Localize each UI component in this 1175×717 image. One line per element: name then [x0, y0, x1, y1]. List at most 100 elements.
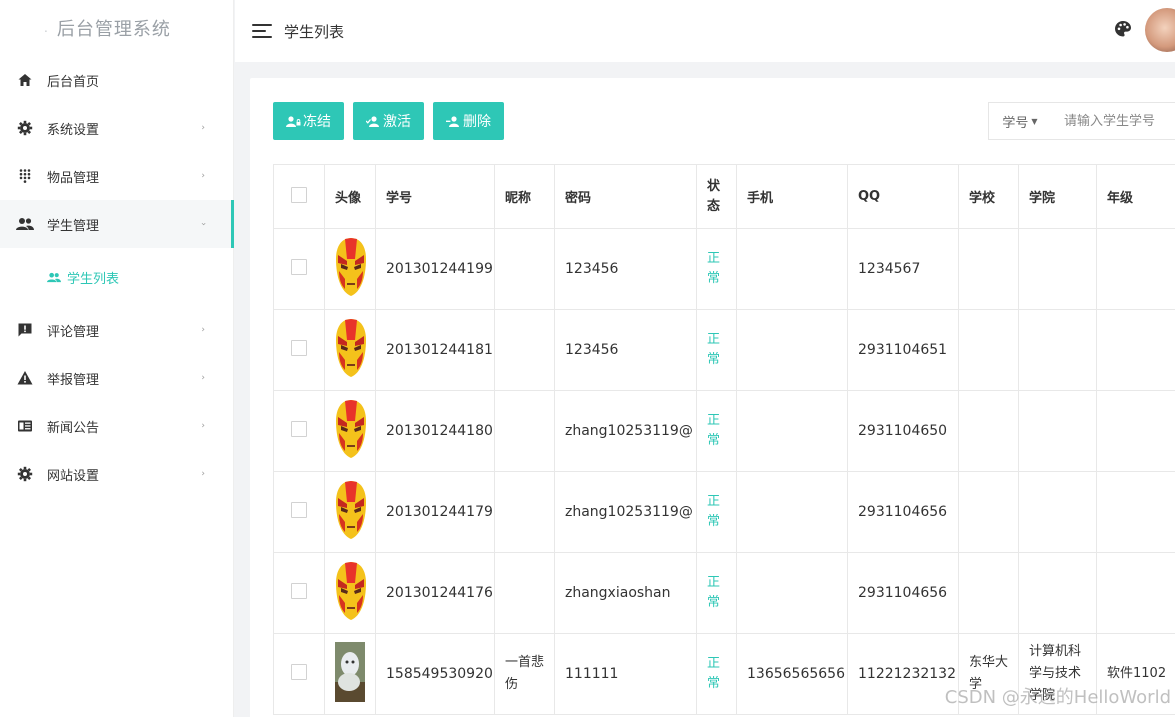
cell-status: 正常: [696, 390, 737, 472]
chevron-down-icon: ›: [198, 222, 209, 226]
cell-avatar: [324, 471, 376, 553]
cell-password: zhang10253119@: [554, 390, 697, 472]
cell-grade: [1096, 552, 1175, 634]
sidebar-item-site-settings[interactable]: 网站设置 ›: [0, 450, 233, 498]
row-select-cell: [273, 471, 325, 553]
cell-student-id: 201301244180: [375, 390, 495, 472]
ironman-avatar-image: [335, 399, 367, 459]
users-icon: [16, 215, 34, 233]
sidebar-item-label: 系统设置: [47, 122, 100, 138]
ironman-avatar-image: [335, 237, 367, 297]
comment-icon: [16, 321, 34, 339]
row-checkbox[interactable]: [291, 340, 307, 356]
header-college: 学院: [1018, 164, 1097, 229]
activate-button-label: 激活: [383, 113, 411, 129]
table-row: 201301244199 123456 正常 1234567: [273, 228, 1175, 310]
top-header: 学生列表: [235, 0, 1175, 62]
freeze-button-label: 冻结: [303, 113, 331, 129]
sidebar-item-comments[interactable]: 评论管理 ›: [0, 306, 233, 354]
cell-student-id: 201301244199: [375, 228, 495, 310]
cell-phone: [736, 390, 848, 472]
row-checkbox[interactable]: [291, 664, 307, 680]
header-grade: 年级: [1096, 164, 1175, 229]
table-row: 201301244180 zhang10253119@ 正常 2931104650: [273, 390, 1175, 472]
header-phone: 手机: [736, 164, 848, 229]
chevron-right-icon: ›: [201, 373, 205, 383]
cell-status: 正常: [696, 228, 737, 310]
news-icon: [16, 417, 34, 435]
home-icon: [16, 71, 34, 89]
sidebar-item-items[interactable]: 物品管理 ›: [0, 152, 233, 200]
cell-grade: [1096, 390, 1175, 472]
activate-button[interactable]: 激活: [353, 102, 424, 140]
cell-nickname: 一首悲伤: [494, 633, 555, 715]
sidebar-item-label: 物品管理: [47, 170, 100, 186]
cell-nickname: [494, 309, 555, 391]
cell-phone: [736, 471, 848, 553]
cell-college: [1018, 390, 1097, 472]
palette-icon[interactable]: [1114, 20, 1132, 42]
cell-avatar: [324, 633, 376, 715]
row-checkbox[interactable]: [291, 502, 307, 518]
cell-phone: [736, 309, 848, 391]
cell-password: zhangxiaoshan: [554, 552, 697, 634]
search-field-select[interactable]: 学号 ▼: [988, 102, 1052, 140]
sidebar-item-news[interactable]: 新闻公告 ›: [0, 402, 233, 450]
chevron-right-icon: ›: [201, 325, 205, 335]
header-password: 密码: [554, 164, 697, 229]
app-logo[interactable]: . 后台管理系统: [0, 0, 233, 56]
cell-grade: [1096, 228, 1175, 310]
cell-school: [958, 552, 1019, 634]
cell-avatar: [324, 228, 376, 310]
row-checkbox[interactable]: [291, 259, 307, 275]
table-header-row: 头像 学号 昵称 密码 状态 手机 QQ 学校 学院 年级: [273, 164, 1175, 229]
sidebar-item-students[interactable]: 学生管理 ›: [0, 200, 234, 248]
apps-grid-icon: [16, 167, 34, 185]
row-select-cell: [273, 633, 325, 715]
chevron-right-icon: ›: [201, 469, 205, 479]
cell-status: 正常: [696, 309, 737, 391]
cell-qq: 2931104651: [847, 309, 959, 391]
row-checkbox[interactable]: [291, 583, 307, 599]
cell-password: 123456: [554, 309, 697, 391]
cell-student-id: 201301244176: [375, 552, 495, 634]
cell-nickname: [494, 390, 555, 472]
cell-nickname: [494, 552, 555, 634]
row-select-cell: [273, 390, 325, 472]
cell-school: [958, 309, 1019, 391]
cell-status: 正常: [696, 552, 737, 634]
cell-avatar: [324, 390, 376, 472]
cell-phone: [736, 552, 848, 634]
sidebar-item-label: 学生管理: [47, 218, 100, 234]
cell-student-id: 201301244181: [375, 309, 495, 391]
student-id-search-input[interactable]: [1051, 102, 1175, 140]
sidebar-item-system-settings[interactable]: 系统设置 ›: [0, 104, 233, 152]
sidebar-item-home[interactable]: 后台首页: [0, 56, 233, 104]
table-row: 201301244179 zhang10253119@ 正常 2931104656: [273, 471, 1175, 553]
cell-college: [1018, 552, 1097, 634]
user-avatar[interactable]: [1145, 8, 1175, 52]
csdn-watermark: CSDN @永远的HelloWorld: [944, 687, 1171, 708]
row-select-cell: [273, 552, 325, 634]
chevron-right-icon: ›: [201, 123, 205, 133]
delete-button-label: 删除: [463, 113, 491, 129]
cell-college: [1018, 471, 1097, 553]
freeze-button[interactable]: 冻结: [273, 102, 344, 140]
select-all-checkbox[interactable]: [291, 186, 307, 203]
sidebar-item-label: 评论管理: [47, 324, 100, 340]
gear-icon: [16, 465, 34, 483]
cell-college: [1018, 309, 1097, 391]
user-lock-icon: [286, 115, 301, 127]
cell-school: [958, 390, 1019, 472]
cell-nickname: [494, 228, 555, 310]
sidebar-subitem-student-list[interactable]: 学生列表: [0, 248, 233, 306]
menu-toggle-icon[interactable]: [252, 24, 272, 38]
row-checkbox[interactable]: [291, 421, 307, 437]
sidebar-item-label: 网站设置: [47, 468, 100, 484]
row-select-cell: [273, 228, 325, 310]
cell-password: 123456: [554, 228, 697, 310]
sidebar-item-reports[interactable]: 举报管理 ›: [0, 354, 233, 402]
user-check-icon: [366, 115, 381, 127]
delete-button[interactable]: 删除: [433, 102, 504, 140]
gear-icon: [16, 119, 34, 137]
